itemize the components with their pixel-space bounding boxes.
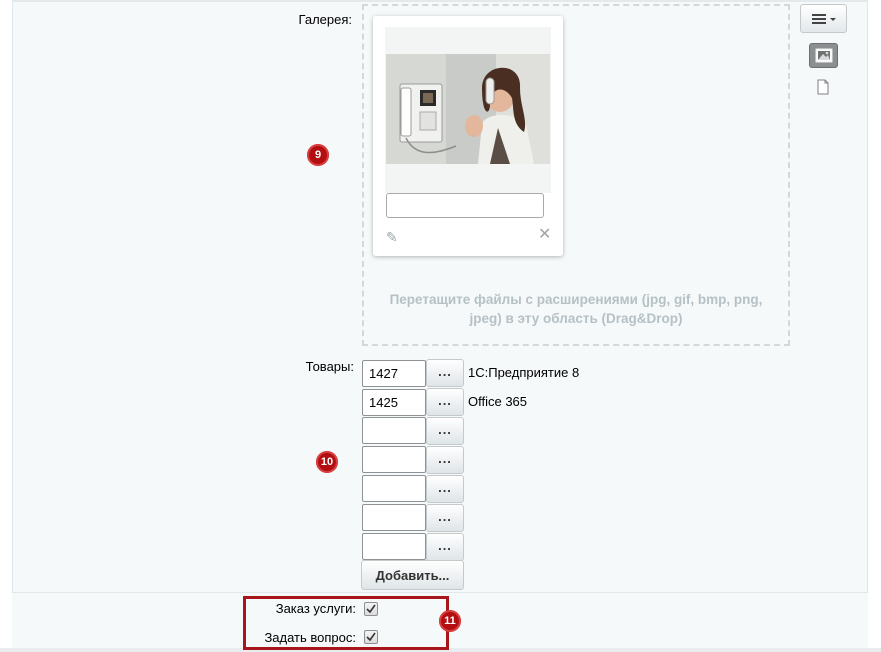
gallery-label: Галерея: <box>298 12 352 27</box>
product-id-input[interactable]: 1427 <box>362 360 426 387</box>
product-id-input[interactable] <box>362 504 426 531</box>
image-caption-input[interactable] <box>386 193 544 218</box>
delete-close-icon[interactable]: ✕ <box>538 227 552 243</box>
photo-thumbnail <box>386 54 550 164</box>
file-icon <box>817 79 829 95</box>
product-id-input[interactable]: 1425 <box>362 389 426 416</box>
product-id-input[interactable] <box>362 417 426 444</box>
product-browse-button[interactable]: ... <box>426 388 464 416</box>
products-label: Товары: <box>305 359 354 374</box>
gallery-image-card: ✎ ✕ <box>373 16 563 256</box>
product-browse-button[interactable]: ... <box>426 359 464 387</box>
checkmark-icon <box>366 632 376 642</box>
badge-gallery: 9 <box>307 144 329 166</box>
file-view-button[interactable] <box>816 79 830 95</box>
product-name: 1С:Предприятие 8 <box>468 365 580 380</box>
hamburger-dropdown-icon <box>811 13 836 24</box>
order-service-checkbox[interactable] <box>364 602 378 616</box>
order-service-label: Заказ услуги: <box>275 601 356 616</box>
ask-question-label: Задать вопрос: <box>264 630 356 645</box>
product-browse-button[interactable]: ... <box>426 446 464 474</box>
product-name: Office 365 <box>468 394 528 409</box>
add-product-button[interactable]: Добавить... <box>361 560 464 590</box>
product-browse-button[interactable]: ... <box>426 417 464 445</box>
product-browse-button[interactable]: ... <box>426 533 464 561</box>
image-icon <box>815 48 832 63</box>
edit-pencil-icon[interactable]: ✎ <box>386 230 400 244</box>
gallery-photo[interactable] <box>385 27 551 193</box>
image-view-button[interactable] <box>809 43 838 68</box>
product-browse-button[interactable]: ... <box>426 504 464 532</box>
product-browse-button[interactable]: ... <box>426 475 464 503</box>
gallery-menu-button[interactable] <box>800 4 847 33</box>
checkmark-icon <box>366 604 376 614</box>
product-id-input[interactable] <box>362 475 426 502</box>
dropzone-hint: Перетащите файлы с расширениями (jpg, gi… <box>389 292 763 326</box>
ask-question-checkbox[interactable] <box>364 630 378 644</box>
product-id-input[interactable] <box>362 533 426 560</box>
product-id-input[interactable] <box>362 446 426 473</box>
badge-checks: 11 <box>439 610 461 632</box>
badge-products: 10 <box>316 451 338 473</box>
